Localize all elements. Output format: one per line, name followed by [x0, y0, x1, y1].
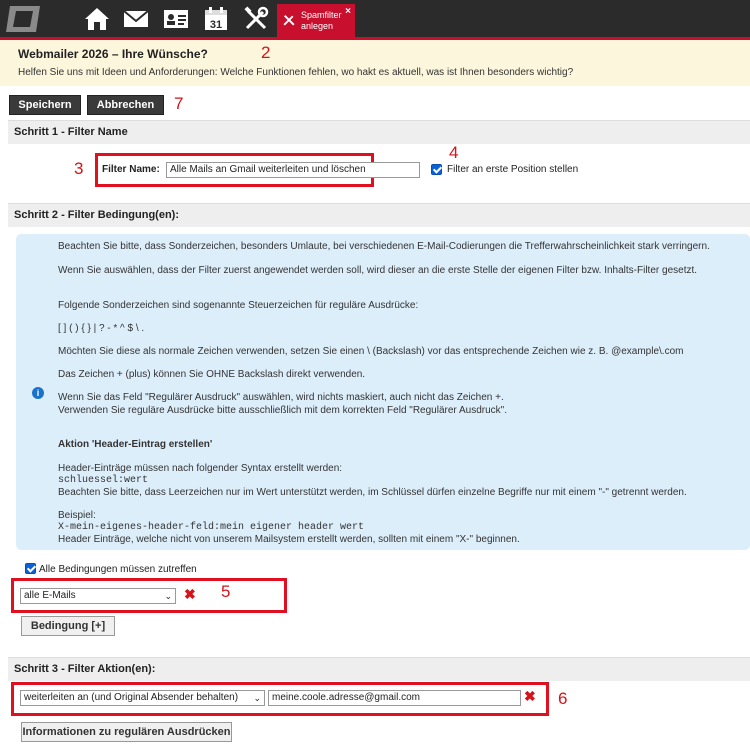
- info-text: Wenn Sie auswählen, dass der Filter zuer…: [58, 265, 698, 276]
- info-heading: Aktion 'Header-Eintrag erstellen': [58, 439, 213, 450]
- save-button[interactable]: Speichern: [9, 95, 81, 115]
- step1-title: Schritt 1 - Filter Name: [14, 126, 128, 138]
- top-navigation-bar: 31 Spamfilter anlegen ×: [0, 0, 750, 40]
- info-text: Beispiel:: [58, 510, 96, 521]
- logo-icon[interactable]: [4, 4, 42, 34]
- tab-label-line2: anlegen: [301, 21, 334, 31]
- info-text: Beachten Sie bitte, dass Sonderzeichen, …: [58, 241, 710, 252]
- action-select-value: weiterleiten an (und Original Absender b…: [24, 692, 239, 703]
- regex-special-chars: [ ] ( ) { } | ? - * ^ $ \ .: [58, 323, 145, 334]
- cancel-button[interactable]: Abbrechen: [87, 95, 164, 115]
- step3-title: Schritt 3 - Filter Aktion(en):: [14, 663, 156, 675]
- condition-select-value: alle E-Mails: [24, 590, 76, 601]
- info-text: Header Einträge, welche nicht von unsere…: [58, 534, 520, 545]
- annotation-number: 2: [261, 43, 271, 62]
- home-icon[interactable]: [84, 6, 110, 32]
- all-conditions-checkbox[interactable]: [25, 563, 36, 574]
- delete-condition-icon[interactable]: ✖: [184, 586, 196, 603]
- tools-icon: [283, 15, 295, 26]
- action-select[interactable]: weiterleiten an (und Original Absender b…: [20, 690, 265, 706]
- filter-name-input[interactable]: Alle Mails an Gmail weiterleiten und lös…: [166, 162, 420, 178]
- banner-title[interactable]: Webmailer 2026 – Ihre Wünsche?: [18, 47, 208, 61]
- tools-icon[interactable]: [243, 6, 269, 32]
- close-icon[interactable]: ×: [345, 6, 351, 17]
- condition-select[interactable]: alle E-Mails ⌄: [20, 588, 176, 604]
- info-code: schluessel:wert: [58, 475, 149, 486]
- step2-header: Schritt 2 - Filter Bedingung(en):: [8, 203, 750, 227]
- info-box: i Beachten Sie bitte, dass Sonderzeichen…: [16, 234, 750, 550]
- tab-label: Spamfilter anlegen: [301, 10, 342, 32]
- info-text: Wenn Sie das Feld "Regulärer Ausdruck" a…: [58, 392, 504, 403]
- banner-text: Helfen Sie uns mit Ideen und Anforderung…: [18, 67, 574, 78]
- info-text: Verwenden Sie reguläre Ausdrücke bitte a…: [58, 405, 507, 416]
- info-text: Beachten Sie bitte, dass Leerzeichen nur…: [58, 487, 687, 498]
- info-code: X-mein-eigenes-header-feld:mein eigener …: [58, 522, 365, 533]
- tab-label-line1: Spamfilter: [301, 10, 342, 20]
- regex-info-button[interactable]: Informationen zu regulären Ausdrücken: [21, 722, 232, 742]
- chevron-down-icon: ⌄: [253, 693, 261, 703]
- annotation-number: 3: [74, 159, 84, 178]
- calendar-day-number: 31: [210, 19, 222, 31]
- info-text: Möchten Sie diese als normale Zeichen ve…: [58, 346, 684, 357]
- info-text: Das Zeichen + (plus) können Sie OHNE Bac…: [58, 369, 366, 380]
- annotation-number: 4: [449, 143, 459, 162]
- calendar-icon[interactable]: 31: [203, 6, 229, 32]
- mail-icon[interactable]: [123, 6, 149, 32]
- add-condition-button[interactable]: Bedingung [+]: [21, 616, 115, 636]
- filter-name-label: Filter Name:: [102, 164, 160, 175]
- annotation-number: 7: [174, 94, 184, 113]
- step3-header: Schritt 3 - Filter Aktion(en):: [8, 657, 750, 681]
- delete-action-icon[interactable]: ✖: [524, 688, 536, 705]
- contact-card-icon[interactable]: [163, 6, 189, 32]
- forward-address-input[interactable]: meine.coole.adresse@gmail.com: [268, 690, 521, 706]
- annotation-number: 5: [221, 582, 231, 601]
- feedback-banner: Webmailer 2026 – Ihre Wünsche? Helfen Si…: [0, 40, 750, 86]
- annotation-number: 6: [558, 689, 568, 708]
- step1-header: Schritt 1 - Filter Name: [8, 120, 750, 144]
- first-position-label: Filter an erste Position stellen: [447, 164, 579, 175]
- chevron-down-icon: ⌄: [164, 591, 172, 601]
- info-icon: i: [32, 387, 44, 399]
- info-text: Header-Einträge müssen nach folgender Sy…: [58, 463, 343, 474]
- all-conditions-label: Alle Bedingungen müssen zutreffen: [39, 564, 197, 575]
- info-text: Folgende Sonderzeichen sind sogenannte S…: [58, 300, 419, 311]
- tab-spamfilter-anlegen[interactable]: Spamfilter anlegen ×: [277, 4, 355, 38]
- step2-title: Schritt 2 - Filter Bedingung(en):: [14, 209, 179, 221]
- first-position-checkbox[interactable]: [431, 164, 442, 175]
